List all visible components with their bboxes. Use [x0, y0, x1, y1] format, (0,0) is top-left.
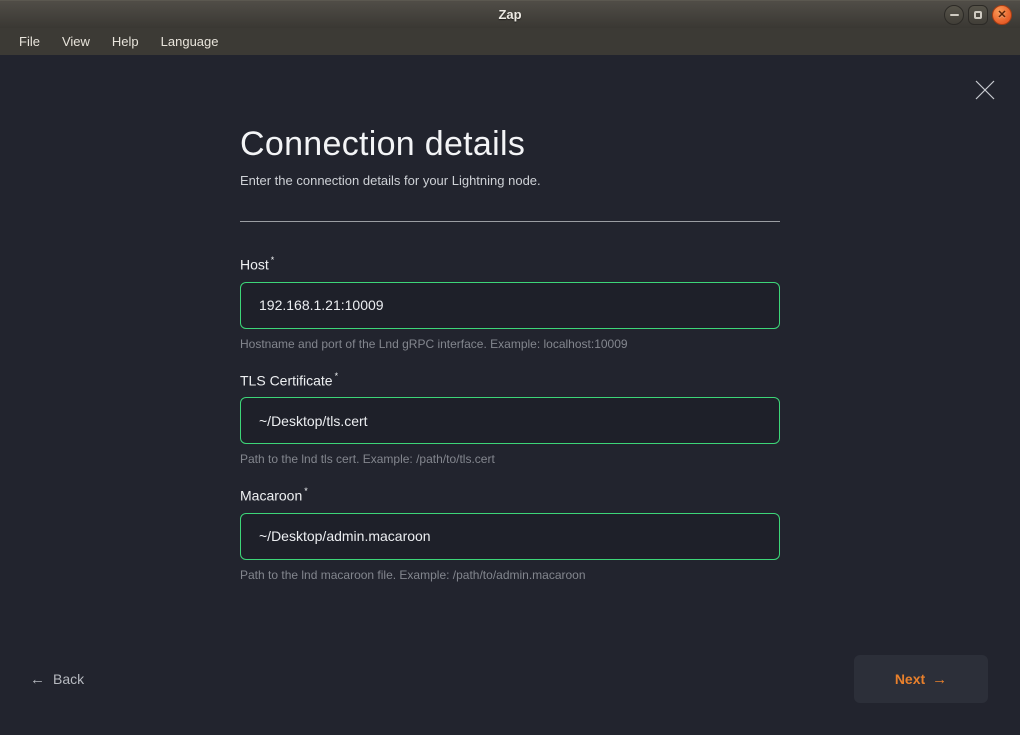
minimize-button[interactable] — [944, 5, 964, 25]
macaroon-field-group: Macaroon* Path to the lnd macaroon file.… — [240, 487, 780, 582]
dialog-close-button[interactable] — [972, 77, 998, 103]
next-button-label: Next — [895, 671, 925, 687]
tls-certificate-label: TLS Certificate* — [240, 372, 780, 389]
next-button[interactable]: Next → — [854, 655, 988, 703]
window-titlebar[interactable]: Zap ✕ — [0, 0, 1020, 28]
divider — [240, 221, 780, 222]
window-title: Zap — [498, 7, 521, 22]
host-helper-text: Hostname and port of the Lnd gRPC interf… — [240, 337, 780, 351]
macaroon-input[interactable] — [240, 513, 780, 560]
page-title: Connection details — [240, 125, 780, 164]
page-subtitle: Enter the connection details for your Li… — [240, 173, 780, 188]
form-container: Connection details Enter the connection … — [240, 55, 780, 582]
close-window-button[interactable]: ✕ — [992, 5, 1012, 25]
close-window-icon: ✕ — [997, 10, 1006, 21]
tls-certificate-field-group: TLS Certificate* Path to the lnd tls cer… — [240, 372, 780, 467]
host-label: Host* — [240, 256, 780, 273]
macaroon-helper-text: Path to the lnd macaroon file. Example: … — [240, 568, 780, 582]
connection-details-screen: Connection details Enter the connection … — [0, 55, 1020, 735]
host-input[interactable] — [240, 282, 780, 329]
tls-certificate-helper-text: Path to the lnd tls cert. Example: /path… — [240, 452, 780, 466]
macaroon-label: Macaroon* — [240, 487, 780, 504]
menu-help[interactable]: Help — [101, 30, 150, 53]
menu-language[interactable]: Language — [150, 30, 230, 53]
tls-certificate-input[interactable] — [240, 397, 780, 444]
required-marker: * — [335, 371, 339, 381]
maximize-icon — [974, 11, 982, 19]
back-button[interactable]: ← Back — [30, 671, 84, 688]
menu-view[interactable]: View — [51, 30, 101, 53]
back-button-label: Back — [53, 671, 84, 687]
window-controls: ✕ — [944, 5, 1012, 25]
menu-file[interactable]: File — [8, 30, 51, 53]
minimize-icon — [950, 14, 959, 16]
host-field-group: Host* Hostname and port of the Lnd gRPC … — [240, 256, 780, 351]
required-marker: * — [304, 486, 308, 496]
wizard-footer: ← Back Next → — [30, 655, 988, 703]
connection-form: Host* Hostname and port of the Lnd gRPC … — [240, 256, 780, 582]
back-arrow-icon: ← — [30, 671, 45, 688]
close-icon — [973, 78, 997, 102]
next-arrow-icon: → — [932, 671, 947, 688]
menubar: File View Help Language — [0, 28, 1020, 55]
maximize-button[interactable] — [968, 5, 988, 25]
required-marker: * — [271, 255, 275, 265]
